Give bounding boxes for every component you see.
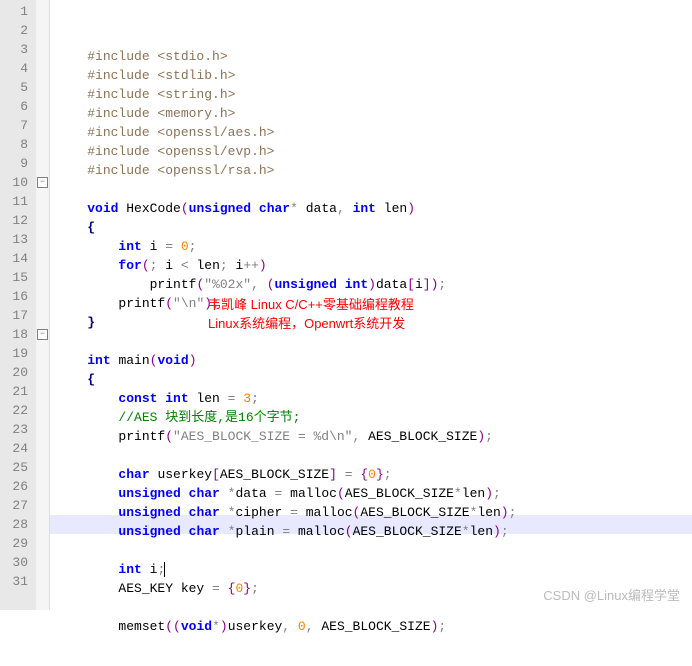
watermark-text: CSDN @Linux编程学堂 [543,585,680,604]
code-line[interactable]: #include <string.h> [56,85,692,104]
overlay-annotation-2: Linux系统编程，Openwrt系统开发 [208,313,405,332]
code-line[interactable]: #include <openssl/rsa.h> [56,161,692,180]
code-line[interactable]: unsigned char *plain = malloc(AES_BLOCK_… [56,522,692,541]
line-number: 21 [4,382,28,401]
line-number: 14 [4,249,28,268]
line-number: 7 [4,116,28,135]
line-number: 16 [4,287,28,306]
line-number-gutter: 1234567891011121314151617181920212223242… [0,0,36,610]
line-number: 26 [4,477,28,496]
code-line[interactable] [56,541,692,560]
code-line[interactable]: #include <openssl/aes.h> [56,123,692,142]
line-number: 22 [4,401,28,420]
fold-toggle-icon[interactable] [37,329,48,340]
line-number: 25 [4,458,28,477]
line-number: 9 [4,154,28,173]
line-number: 3 [4,40,28,59]
code-line[interactable]: unsigned char *cipher = malloc(AES_BLOCK… [56,503,692,522]
code-line[interactable]: const int len = 3; [56,389,692,408]
line-number: 24 [4,439,28,458]
line-number: 29 [4,534,28,553]
line-number: 31 [4,572,28,591]
code-line[interactable] [56,180,692,199]
code-line[interactable] [56,332,692,351]
line-number: 15 [4,268,28,287]
code-line[interactable]: int i; [56,560,692,579]
line-number: 23 [4,420,28,439]
code-line[interactable]: int main(void) [56,351,692,370]
code-line[interactable]: int i = 0; [56,237,692,256]
code-line[interactable]: #include <openssl/evp.h> [56,142,692,161]
code-line[interactable]: #include <stdio.h> [56,47,692,66]
code-line[interactable]: //AES 块到长度,是16个字节; [56,408,692,427]
fold-column [36,0,50,610]
code-line[interactable]: printf("AES_BLOCK_SIZE = %d\n", AES_BLOC… [56,427,692,446]
line-number: 6 [4,97,28,116]
code-line[interactable]: memset((void*)userkey, 0, AES_BLOCK_SIZE… [56,617,692,636]
line-number: 8 [4,135,28,154]
line-number: 5 [4,78,28,97]
code-line[interactable]: { [56,218,692,237]
line-number: 12 [4,211,28,230]
line-number: 11 [4,192,28,211]
fold-toggle-icon[interactable] [37,177,48,188]
line-number: 17 [4,306,28,325]
code-line[interactable]: unsigned char *data = malloc(AES_BLOCK_S… [56,484,692,503]
code-line[interactable]: #include <memory.h> [56,104,692,123]
line-number: 27 [4,496,28,515]
overlay-annotation-1: 韦凯峰 Linux C/C++零基础编程教程 [208,294,414,313]
line-number: 10 [4,173,28,192]
code-line[interactable]: printf("%02x", (unsigned int)data[i]); [56,275,692,294]
line-number: 20 [4,363,28,382]
code-line[interactable]: char userkey[AES_BLOCK_SIZE] = {0}; [56,465,692,484]
line-number: 2 [4,21,28,40]
code-line[interactable]: for(; i < len; i++) [56,256,692,275]
line-number: 1 [4,2,28,21]
line-number: 28 [4,515,28,534]
line-number: 13 [4,230,28,249]
line-number: 19 [4,344,28,363]
code-line[interactable]: { [56,370,692,389]
code-line[interactable]: #include <stdlib.h> [56,66,692,85]
line-number: 30 [4,553,28,572]
code-line[interactable] [56,446,692,465]
line-number: 4 [4,59,28,78]
line-number: 18 [4,325,28,344]
text-caret [164,562,165,577]
code-line[interactable]: void HexCode(unsigned char* data, int le… [56,199,692,218]
